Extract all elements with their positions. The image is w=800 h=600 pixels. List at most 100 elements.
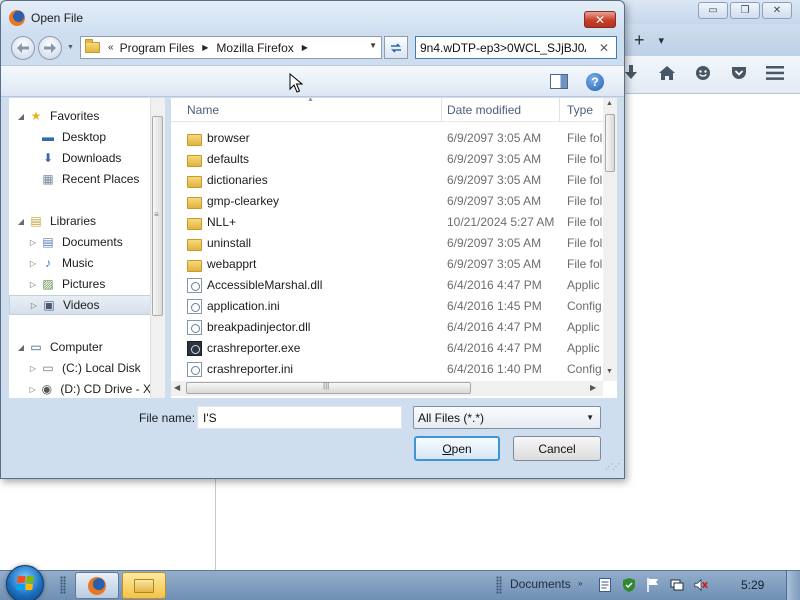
taskbar-grip[interactable] [496, 576, 502, 594]
nav-item-d-cd-drive-x[interactable]: ▷ ◉ (D:) CD Drive - X [9, 379, 151, 398]
column-header-type[interactable]: Type [559, 98, 603, 122]
file-list-vertical-scroll-thumb[interactable] [605, 114, 615, 172]
expand-arrow-icon[interactable]: ◢ [15, 217, 27, 226]
taskbar-explorer-button[interactable] [122, 572, 166, 599]
menu-icon[interactable] [764, 62, 786, 84]
file-type-filter-value[interactable]: All Files (*.*) [418, 411, 484, 425]
resize-grip-icon[interactable]: ⋰⋰ [605, 462, 620, 471]
home-icon[interactable] [656, 62, 678, 84]
dialog-titlebar[interactable] [1, 1, 624, 33]
taskbar-clock[interactable]: 5:29 [741, 578, 764, 592]
file-name-input[interactable]: I'S [197, 406, 402, 429]
scroll-right-arrow-icon[interactable]: ▶ [590, 383, 596, 392]
file-row[interactable]: defaults 6/9/2097 3:05 AM File fol [171, 149, 603, 170]
nav-item-c-local-disk[interactable]: ▷ ▭ (C:) Local Disk [9, 358, 151, 378]
file-row[interactable]: crashreporter.exe 6/4/2016 4:47 PM Applic [171, 338, 603, 359]
documents-toolbar[interactable]: Documents [510, 577, 571, 591]
nav-item-videos[interactable]: ▷ ▣ Videos [9, 295, 151, 315]
forward-button[interactable] [38, 36, 62, 60]
search-input[interactable] [420, 40, 586, 56]
expand-arrow-icon[interactable]: ▷ [27, 238, 39, 247]
expand-arrow-icon[interactable]: ▷ [27, 259, 39, 268]
file-row[interactable]: breakpadinjector.dll 6/4/2016 4:47 PM Appl… [171, 317, 603, 338]
open-button[interactable]: Open [414, 436, 500, 461]
expand-arrow-icon[interactable]: ▷ [27, 385, 38, 394]
column-header-date-modified[interactable]: Date modified [439, 98, 561, 122]
file-row[interactable]: AccessibleMarshal.dll 6/4/2016 4:47 PM App… [171, 275, 603, 296]
address-overflow-chevron[interactable]: « [108, 42, 114, 53]
breadcrumb-program-files[interactable]: Program Files [120, 41, 195, 55]
file-row[interactable]: application.ini 6/4/2016 1:45 PM Config [171, 296, 603, 317]
volume-muted-icon[interactable] [694, 578, 708, 592]
documents-toolbar-menu-icon[interactable]: » [578, 579, 582, 588]
windows-logo-icon [16, 576, 34, 590]
refresh-button[interactable] [384, 36, 408, 59]
local-disk-icon: ▭ [42, 361, 54, 375]
breadcrumb-separator-icon[interactable]: ▶ [302, 43, 308, 52]
refresh-icon [391, 42, 401, 53]
taskbar-firefox-button[interactable] [75, 572, 119, 599]
file-date-modified: 6/9/2097 3:05 AM [447, 257, 542, 271]
nav-item-favorites[interactable]: ◢ ★ Favorites [9, 106, 151, 126]
expand-arrow-icon[interactable]: ▷ [28, 301, 40, 310]
search-box[interactable]: ✕ [415, 36, 617, 59]
new-tab-button[interactable]: + [634, 30, 645, 51]
file-row[interactable]: browser 6/9/2097 3:05 AM File fol [171, 128, 603, 149]
network-icon[interactable] [670, 578, 684, 592]
nav-item-pictures[interactable]: ▷ ▨ Pictures [9, 274, 151, 294]
file-name-value[interactable]: I'S [203, 411, 217, 425]
nav-item-downloads[interactable]: ⬇ Downloads [9, 148, 151, 168]
cancel-button-label[interactable]: Cancel [538, 442, 575, 456]
file-row[interactable]: crashreporter.ini 6/4/2016 1:40 PM Config [171, 359, 603, 380]
pocket-icon[interactable] [728, 62, 750, 84]
expand-arrow-icon[interactable]: ▷ [27, 280, 39, 289]
breadcrumb-mozilla-firefox[interactable]: Mozilla Firefox [216, 41, 293, 55]
nav-item-desktop[interactable]: ▬ Desktop [9, 127, 151, 147]
address-bar[interactable]: « Program Files ▶ Mozilla Firefox ▶ ▼ [80, 36, 382, 59]
hello-chat-icon[interactable] [692, 62, 714, 84]
expand-arrow-icon[interactable]: ◢ [15, 112, 27, 121]
nav-item-label: Music [62, 256, 94, 270]
folder-icon [187, 176, 202, 188]
scroll-down-arrow-icon[interactable]: ▼ [606, 368, 613, 375]
recent-locations-dropdown[interactable]: ▼ [67, 44, 74, 51]
expand-arrow-icon[interactable]: ▷ [27, 364, 39, 373]
file-date-modified: 6/4/2016 4:47 PM [447, 320, 542, 334]
clear-search-icon[interactable]: ✕ [599, 41, 609, 55]
security-shield-icon[interactable] [622, 578, 636, 592]
nav-item-label: Pictures [62, 277, 106, 291]
help-icon[interactable]: ? [586, 73, 604, 91]
show-desktop-button[interactable] [786, 571, 800, 600]
nav-item-computer[interactable]: ◢ ▭ Computer [9, 337, 151, 357]
scroll-left-arrow-icon[interactable]: ◀ [174, 383, 180, 392]
file-row[interactable]: webapprt 6/9/2097 3:05 AM File fol [171, 254, 603, 275]
taskbar-grip[interactable] [60, 576, 66, 594]
notepad-icon[interactable] [598, 578, 612, 592]
nav-item-music[interactable]: ▷ ♪ Music [9, 253, 151, 273]
file-row[interactable]: uninstall 6/9/2097 3:05 AM File fol [171, 233, 603, 254]
file-row[interactable]: dictionaries 6/9/2097 3:05 AM File fol [171, 170, 603, 191]
back-button[interactable] [11, 36, 35, 60]
file-row[interactable]: gmp-clearkey 6/9/2097 3:05 AM File fol [171, 191, 603, 212]
restore-button[interactable]: ❐ [730, 2, 760, 19]
expand-arrow-icon[interactable]: ◢ [15, 343, 27, 352]
window-close-button[interactable]: ✕ [762, 2, 792, 19]
file-date-modified: 6/4/2016 1:45 PM [447, 299, 542, 313]
nav-item-label: (C:) Local Disk [62, 361, 141, 375]
minimize-button[interactable]: ▭ [698, 2, 728, 19]
dialog-close-button[interactable]: ✕ [584, 11, 616, 28]
address-dropdown-icon[interactable]: ▼ [369, 41, 377, 50]
breadcrumb-separator-icon[interactable]: ▶ [202, 43, 208, 52]
file-type-filter[interactable]: All Files (*.*) ▼ [413, 406, 601, 429]
nav-item-recent-places[interactable]: ▦ Recent Places [9, 169, 151, 189]
action-center-flag-icon[interactable] [646, 578, 660, 592]
scroll-up-arrow-icon[interactable]: ▲ [606, 100, 613, 107]
open-button-label[interactable]: Open [442, 442, 471, 456]
chevron-down-icon[interactable]: ▼ [586, 413, 594, 422]
nav-item-libraries[interactable]: ◢ ▤ Libraries [9, 211, 151, 231]
file-row[interactable]: NLL+ 10/21/2024 5:27 AM File fol [171, 212, 603, 233]
cancel-button[interactable]: Cancel [513, 436, 601, 461]
preview-pane-icon[interactable] [550, 74, 568, 89]
nav-item-documents[interactable]: ▷ ▤ Documents [9, 232, 151, 252]
list-all-tabs-button[interactable]: ▾ [659, 30, 665, 51]
